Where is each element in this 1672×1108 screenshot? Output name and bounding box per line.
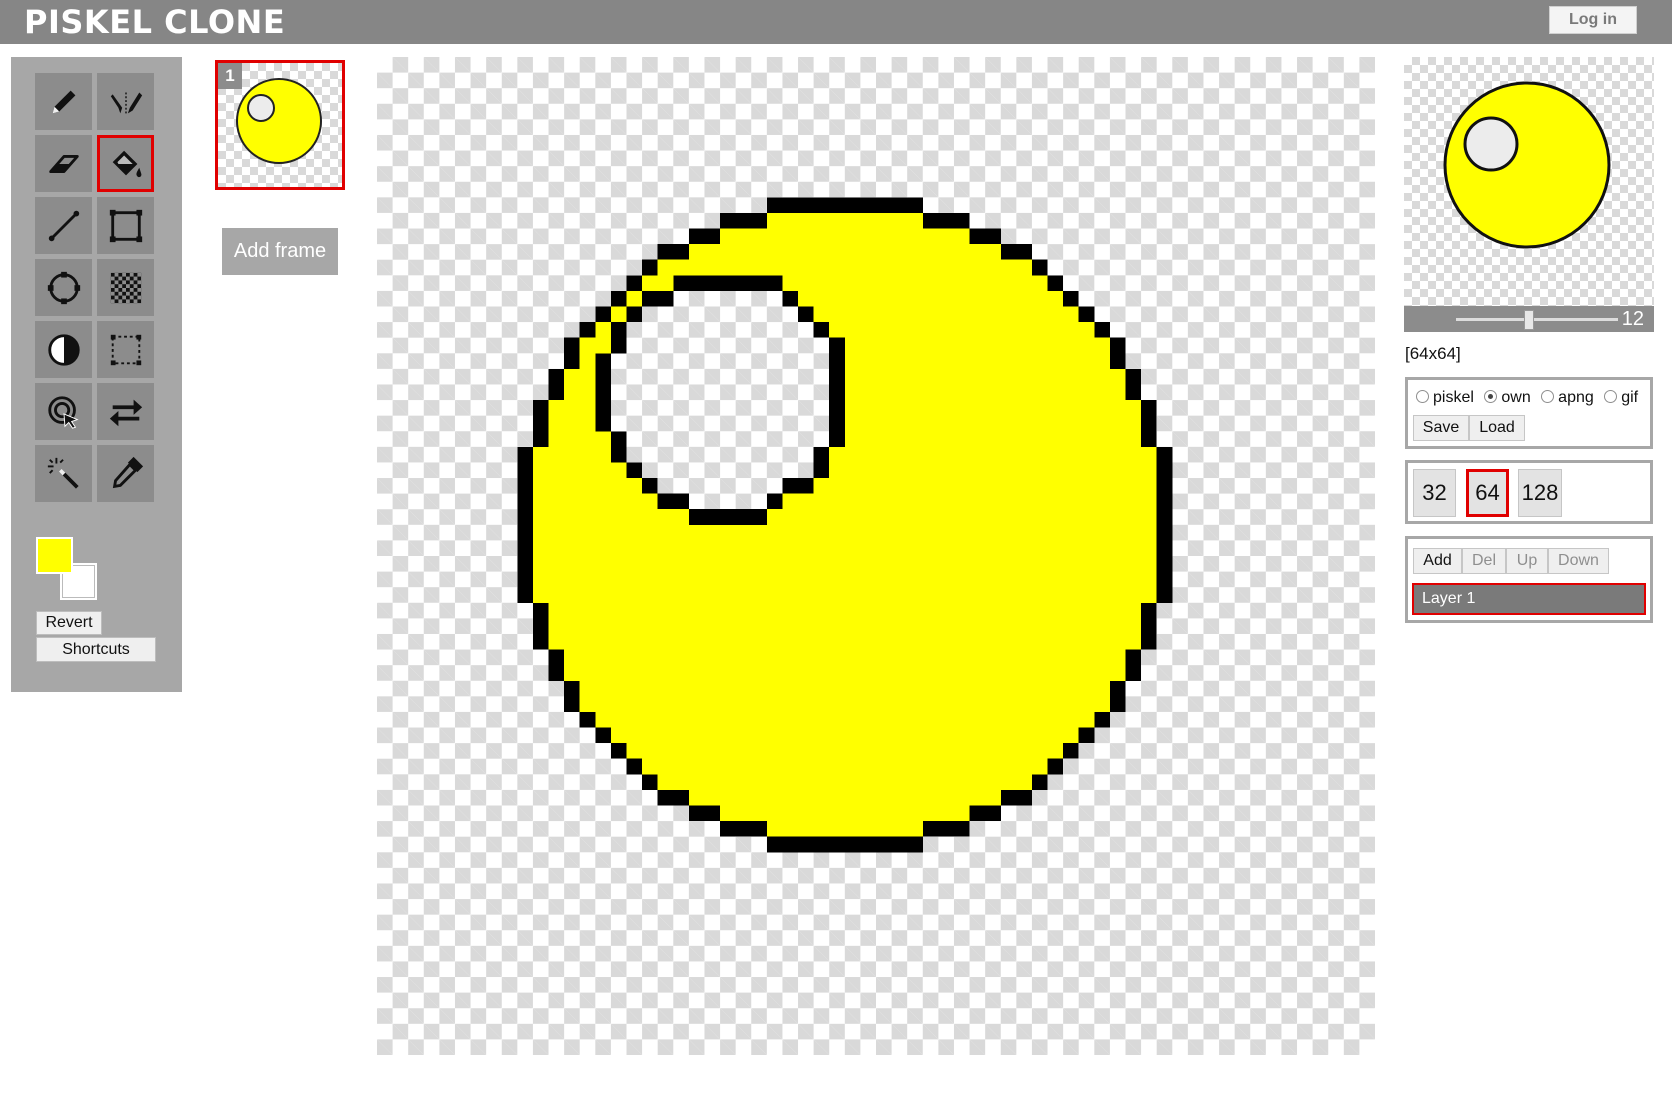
paint-bucket-tool[interactable] (97, 135, 154, 192)
mirror-pen-tool[interactable] (97, 73, 154, 130)
dashed-rect-icon (110, 334, 141, 365)
magic-wand-icon (47, 457, 79, 489)
frame-number: 1 (218, 63, 242, 89)
canvas-size-label: [64x64] (1405, 344, 1461, 363)
add-layer-button[interactable]: Add (1413, 548, 1462, 574)
magic-wand-tool[interactable] (35, 445, 92, 502)
format-radio-own[interactable] (1484, 390, 1498, 403)
shape-select-tool[interactable] (35, 383, 92, 440)
layer-down-button[interactable]: Down (1548, 548, 1609, 574)
fps-value: 12 (1621, 308, 1644, 330)
mirror-pen-icon (110, 92, 142, 113)
animation-preview: 12 (1404, 57, 1654, 332)
format-label-piskel: piskel (1433, 389, 1474, 406)
shortcuts-button[interactable]: Shortcuts (36, 637, 156, 662)
rectangle-icon (109, 209, 142, 242)
drawing-canvas[interactable] (377, 57, 1375, 1055)
fps-bar: 12 (1404, 306, 1654, 332)
layers-panel: Add Del Up Down Layer 1 (1405, 536, 1653, 623)
app-title: PISKEL CLONE (24, 3, 286, 41)
delete-layer-button[interactable]: Del (1462, 548, 1506, 574)
rectangle-select-tool[interactable] (97, 321, 154, 378)
circle-icon (47, 271, 80, 304)
size-32-button[interactable]: 32 (1413, 469, 1456, 517)
lighten-tool[interactable] (35, 321, 92, 378)
swap-arrows-icon (109, 399, 142, 426)
paint-bucket-icon (112, 150, 141, 177)
size-128-button[interactable]: 128 (1518, 469, 1562, 517)
load-button[interactable]: Load (1469, 415, 1525, 441)
line-icon (48, 210, 79, 241)
format-radio-gif[interactable] (1604, 390, 1618, 403)
add-frame-button[interactable]: Add frame (222, 228, 338, 275)
color-picker-tool[interactable] (97, 445, 154, 502)
layer-item[interactable]: Layer 1 (1412, 583, 1646, 615)
layer-up-button[interactable]: Up (1506, 548, 1548, 574)
export-panel: piskel own apng gif Save Load (1405, 377, 1653, 449)
resolution-panel: 32 64 128 (1405, 460, 1653, 524)
tools-panel: Revert Shortcuts (11, 57, 182, 692)
preview-image (1443, 81, 1611, 249)
primary-color-swatch[interactable] (36, 537, 73, 574)
format-radio-piskel[interactable] (1416, 390, 1429, 403)
format-label-apng: apng (1558, 389, 1594, 406)
contrast-icon (47, 333, 80, 366)
dithering-tool[interactable] (97, 259, 154, 316)
checker-icon (110, 272, 141, 303)
size-64-button[interactable]: 64 (1466, 469, 1509, 517)
stroke-tool[interactable] (35, 197, 92, 254)
format-label-own: own (1501, 389, 1531, 406)
circle-tool[interactable] (35, 259, 92, 316)
move-tool[interactable] (97, 383, 154, 440)
login-button[interactable]: Log in (1549, 6, 1637, 34)
format-label-gif: gif (1621, 389, 1639, 406)
fps-slider-thumb[interactable] (1523, 310, 1534, 330)
pixel-art (517, 197, 1173, 853)
rectangle-tool[interactable] (97, 197, 154, 254)
pencil-icon (52, 90, 75, 113)
format-options: piskel own apng gif (1416, 389, 1644, 407)
lasso-icon (47, 395, 79, 429)
eraser-icon (48, 154, 79, 173)
format-radio-apng[interactable] (1541, 390, 1555, 403)
fps-slider-track[interactable] (1456, 318, 1618, 321)
eyedropper-icon (112, 456, 143, 488)
pen-tool[interactable] (35, 73, 92, 130)
revert-button[interactable]: Revert (36, 611, 102, 635)
save-button[interactable]: Save (1413, 415, 1469, 441)
frame-thumbnail[interactable]: 1 (215, 60, 345, 190)
eraser-tool[interactable] (35, 135, 92, 192)
top-bar: PISKEL CLONE Log in (0, 0, 1672, 44)
